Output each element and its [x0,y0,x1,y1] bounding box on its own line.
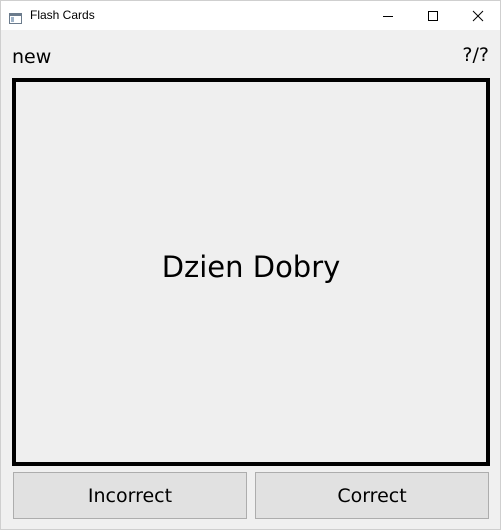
incorrect-button[interactable]: Incorrect [13,472,247,519]
window-title: Flash Cards [30,8,95,22]
maximize-icon [427,10,438,21]
flash-card-text: Dzien Dobry [161,250,341,284]
minimize-button[interactable] [365,1,410,30]
correct-button-label: Correct [337,484,407,507]
minimize-icon [382,15,393,17]
flash-cards-window: Flash Cards new ?/? Dzien Dobry Incorrec… [0,0,501,530]
maximize-button[interactable] [410,1,455,30]
title-bar[interactable]: Flash Cards [1,1,500,30]
close-icon [472,10,483,21]
incorrect-button-label: Incorrect [87,484,173,507]
card-counter-label: ?/? [462,44,489,66]
correct-button[interactable]: Correct [255,472,489,519]
card-status-label: new [12,46,52,68]
app-window-icon [9,9,22,24]
close-button[interactable] [455,1,500,30]
flash-card[interactable]: Dzien Dobry [12,78,490,466]
